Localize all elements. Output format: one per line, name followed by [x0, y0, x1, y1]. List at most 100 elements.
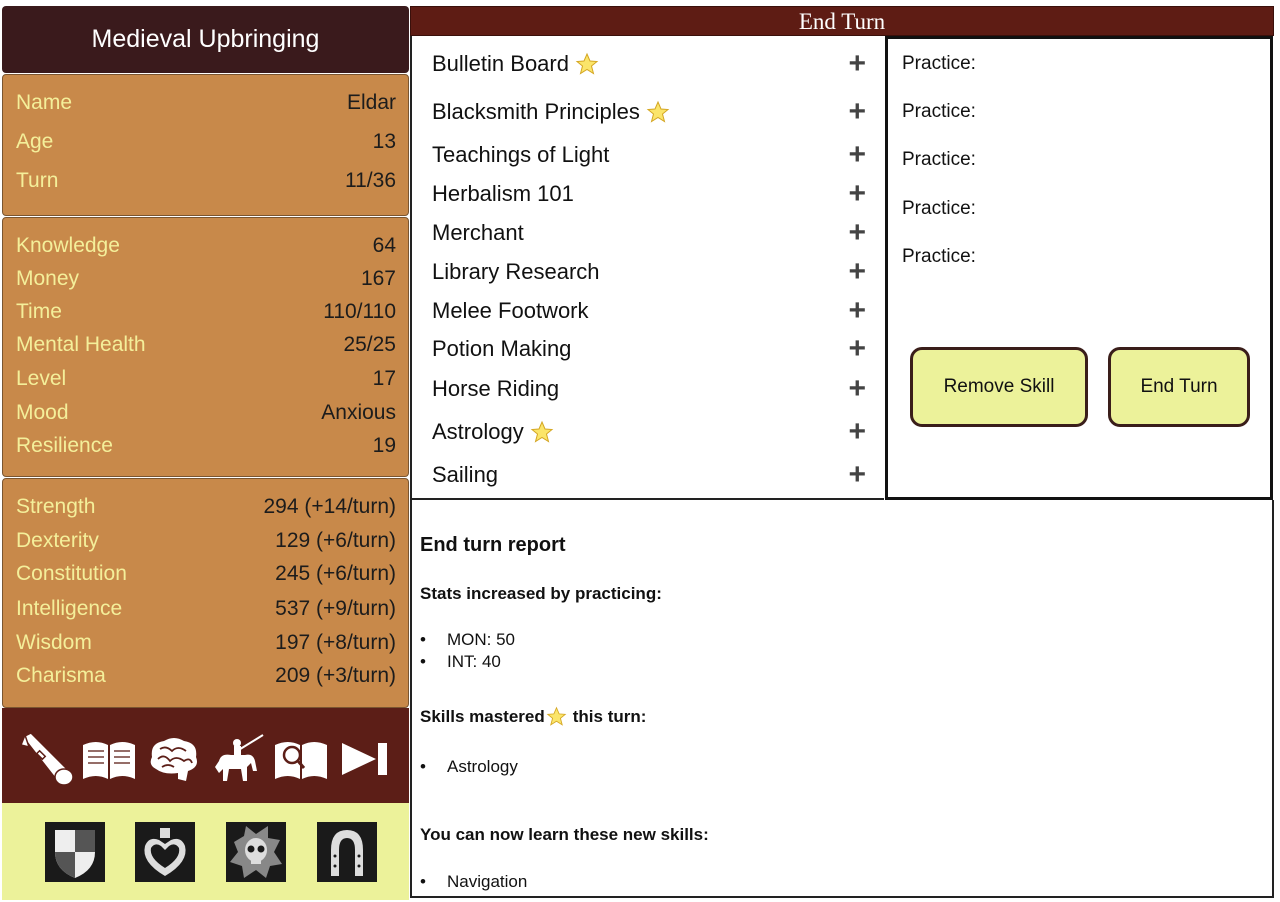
status-row: Knowledge 64: [16, 232, 396, 260]
practice-slot[interactable]: Practice:: [902, 198, 976, 220]
stat-label: Mental Health: [16, 333, 146, 356]
magnified-book-icon[interactable]: [272, 731, 330, 787]
end-turn-header[interactable]: End Turn: [410, 6, 1274, 36]
stat-value: 294 (+14/turn): [263, 495, 396, 518]
attribute-row: Wisdom 197 (+8/turn): [16, 629, 396, 657]
stat-value: 25/25: [343, 333, 396, 356]
skill-item: Herbalism 101 +: [432, 178, 866, 210]
stat-value: 19: [372, 434, 396, 457]
profile-row-turn: Turn 11/36: [16, 167, 396, 195]
skill-item: Teachings of Light +: [432, 139, 866, 171]
skip-forward-icon[interactable]: [336, 731, 394, 787]
stat-label: Age: [16, 130, 54, 153]
skill-name: Sailing: [432, 462, 499, 487]
add-skill-button[interactable]: +: [848, 179, 866, 209]
skill-item: Horse Riding +: [432, 373, 866, 405]
skill-item: Melee Footwork +: [432, 295, 866, 327]
practice-slot[interactable]: Practice:: [902, 149, 976, 171]
skill-name: Merchant: [432, 220, 524, 245]
skill-name: Potion Making: [432, 336, 572, 361]
skill-name: Melee Footwork: [432, 298, 589, 323]
add-skill-button[interactable]: +: [848, 140, 866, 170]
stat-value: 17: [372, 367, 396, 390]
knight-on-horse-icon[interactable]: [207, 731, 265, 787]
practice-panel: Practice: Practice: Practice: Practice: …: [885, 36, 1273, 500]
profile-panel: Name Eldar Age 13 Turn 11/36: [2, 74, 409, 216]
add-skill-button[interactable]: +: [848, 49, 866, 79]
stat-value: 110/110: [323, 300, 396, 323]
item-tray: [2, 803, 409, 900]
add-skill-button[interactable]: +: [848, 417, 866, 447]
telescope-icon[interactable]: [17, 731, 75, 787]
status-row: Mental Health 25/25: [16, 331, 396, 359]
new-skills-heading: You can now learn these new skills:: [420, 825, 709, 844]
add-skill-button[interactable]: +: [848, 460, 866, 490]
stat-label: Knowledge: [16, 234, 120, 257]
skill-item: Bulletin Board +: [432, 48, 866, 80]
action-icon-bar: [2, 708, 409, 803]
stat-value: 11/36: [345, 169, 396, 192]
attribute-row: Intelligence 537 (+9/turn): [16, 595, 396, 623]
list-item: Navigation: [420, 871, 527, 893]
character-sidebar: Medieval Upbringing Name Eldar Age 13 Tu…: [0, 0, 410, 902]
add-skill-button[interactable]: +: [848, 374, 866, 404]
game-title: Medieval Upbringing: [2, 6, 409, 73]
heart-potion-icon[interactable]: [135, 822, 195, 882]
stat-label: Wisdom: [16, 631, 92, 654]
status-row: Time 110/110: [16, 298, 396, 326]
practice-slot[interactable]: Practice:: [902, 101, 976, 123]
report-title: End turn report: [420, 534, 566, 556]
stat-label: Turn: [16, 169, 59, 192]
skill-name: Library Research: [432, 259, 600, 284]
horseshoe-icon[interactable]: [317, 822, 377, 882]
remove-skill-button[interactable]: Remove Skill: [910, 347, 1088, 427]
skill-name: Horse Riding: [432, 376, 560, 401]
status-row: Level 17: [16, 365, 396, 393]
status-panel: Knowledge 64 Money 167 Time 110/110 Ment…: [2, 217, 409, 477]
shield-icon[interactable]: [45, 822, 105, 882]
skill-list: Bulletin Board + Blacksmith Principles +…: [410, 36, 884, 500]
list-item: MON: 50: [420, 629, 515, 651]
end-turn-button[interactable]: End Turn: [1108, 347, 1250, 427]
stat-value: Eldar: [346, 91, 396, 114]
skill-item: Sailing +: [432, 459, 866, 491]
skill-name-wrap: Astrology: [432, 419, 554, 445]
attribute-row: Constitution 245 (+6/turn): [16, 560, 396, 588]
mastered-heading-text: Skills mastered: [420, 706, 545, 726]
end-turn-report: End turn report Stats increased by pract…: [410, 500, 1274, 898]
add-skill-button[interactable]: +: [848, 296, 866, 326]
stat-value: 209 (+3/turn): [275, 664, 396, 687]
attribute-panel: Strength 294 (+14/turn) Dexterity 129 (+…: [2, 478, 409, 708]
open-book-icon[interactable]: [80, 731, 138, 787]
status-row: Resilience 19: [16, 432, 396, 460]
attribute-row: Dexterity 129 (+6/turn): [16, 527, 396, 555]
status-row: Money 167: [16, 265, 396, 293]
skull-explosion-icon[interactable]: [226, 822, 286, 882]
star-icon: [546, 706, 567, 726]
stat-value: Anxious: [321, 401, 396, 424]
practice-slot[interactable]: Practice:: [902, 246, 976, 268]
list-item: INT: 40: [420, 651, 515, 673]
stats-heading: Stats increased by practicing:: [420, 584, 662, 603]
add-skill-button[interactable]: +: [848, 97, 866, 127]
status-row: Mood Anxious: [16, 399, 396, 427]
practice-slot[interactable]: Practice:: [902, 53, 976, 75]
stat-label: Constitution: [16, 562, 127, 585]
add-skill-button[interactable]: +: [848, 218, 866, 248]
mastered-list: Astrology: [420, 756, 518, 778]
mastered-heading: Skills mastered this turn:: [420, 706, 646, 727]
stat-value: 537 (+9/turn): [275, 597, 396, 620]
mastered-heading-suffix: this turn:: [572, 706, 647, 726]
stat-value: 13: [372, 130, 396, 153]
brain-icon[interactable]: [144, 731, 202, 787]
stat-value: 167: [360, 267, 396, 290]
stat-label: Mood: [16, 401, 69, 424]
add-skill-button[interactable]: +: [848, 257, 866, 287]
add-skill-button[interactable]: +: [848, 334, 866, 364]
skill-item: Astrology +: [432, 416, 866, 448]
new-skills-list: Navigation: [420, 871, 527, 893]
skill-name: Herbalism 101: [432, 181, 574, 206]
stat-label: Charisma: [16, 664, 106, 687]
stat-label: Level: [16, 367, 67, 390]
skill-item: Library Research +: [432, 256, 866, 288]
